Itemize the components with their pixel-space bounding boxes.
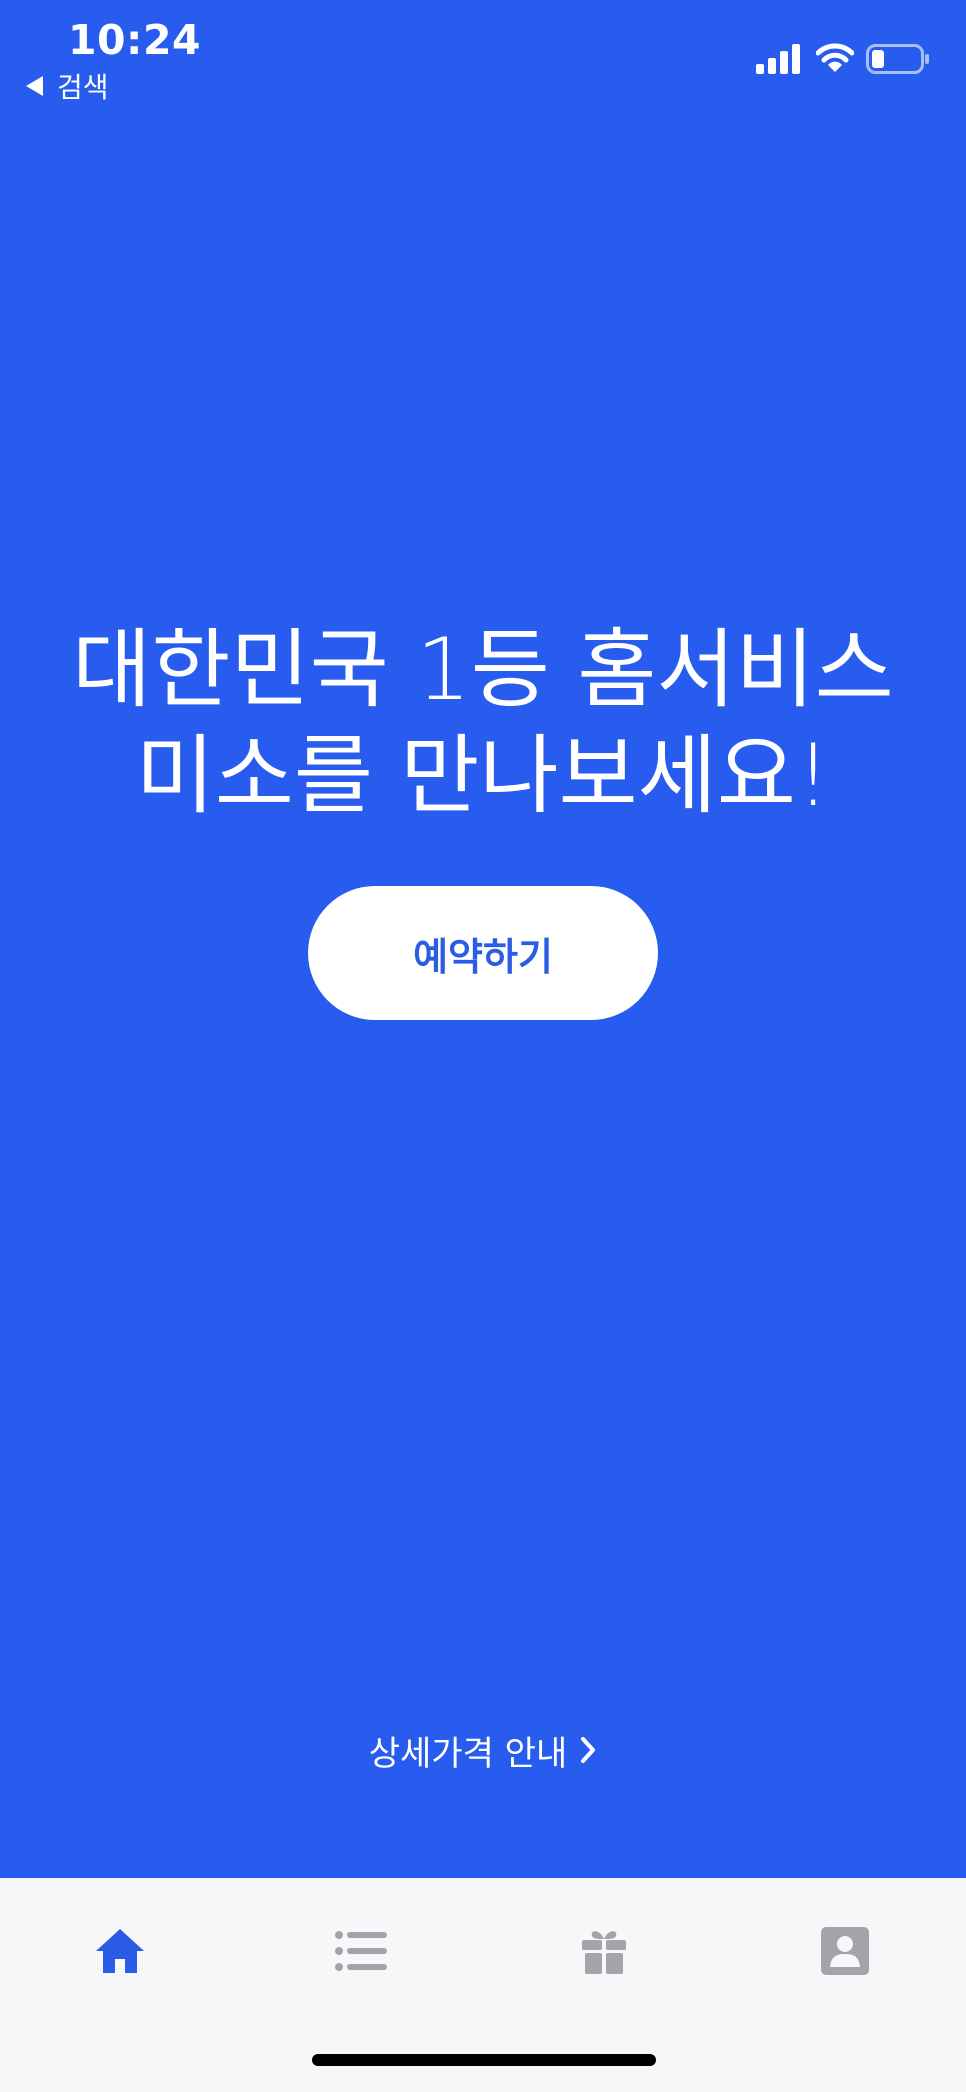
home-indicator (312, 2054, 656, 2066)
back-label: 검색 (57, 71, 109, 104)
tab-profile[interactable] (805, 1916, 885, 1986)
gift-icon (582, 1931, 626, 1974)
signal-icon (756, 44, 800, 74)
tab-gift[interactable] (564, 1916, 644, 1986)
home-icon (96, 1929, 144, 1973)
wifi-icon (816, 43, 854, 72)
hero-title-line-1: 대한민국 1등 홈서비스 (72, 620, 894, 720)
tab-home[interactable] (80, 1916, 160, 1986)
status-bar: 10:24 검색 (0, 0, 966, 110)
reserve-button[interactable]: 예약하기 (308, 886, 658, 1020)
profile-icon (821, 1927, 869, 1975)
price-details-label: 상세가격 안내 (368, 1733, 568, 1774)
hero-title-line-2: 미소를 만나보세요! (135, 726, 831, 826)
back-to-search-link[interactable]: 검색 (26, 68, 109, 104)
chevron-right-icon (581, 1737, 596, 1763)
tab-list[interactable] (321, 1916, 401, 1986)
back-arrow-icon (26, 76, 43, 96)
status-time: 10:24 (68, 16, 202, 64)
list-icon (335, 1931, 387, 1971)
price-details-link[interactable]: 상세가격 안내 (0, 1722, 966, 1778)
battery-icon (866, 44, 929, 74)
tab-bar (0, 1878, 966, 2092)
